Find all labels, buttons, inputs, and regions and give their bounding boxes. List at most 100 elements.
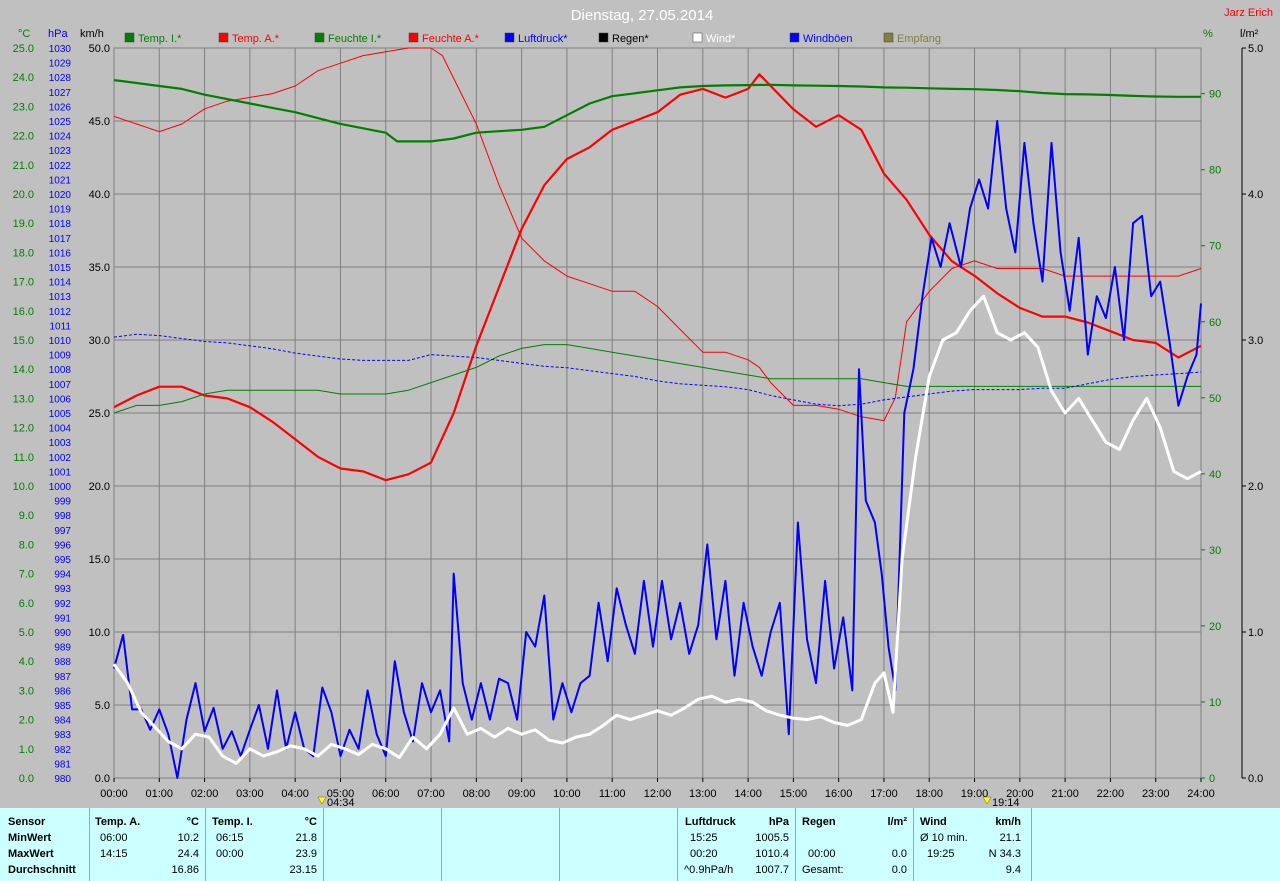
pressure-tick-label: 1025 <box>49 117 72 128</box>
temp-a-avg-val: 16.86 <box>171 864 199 876</box>
pressure-tick-label: 1021 <box>49 175 72 186</box>
x-tick-label: 24:00 <box>1187 788 1215 800</box>
legend-swatch <box>124 32 135 43</box>
temp-tick-label: 19.0 <box>13 218 34 230</box>
pressure-tick-label: 1028 <box>49 73 72 84</box>
pressure-tick-label: 996 <box>54 540 71 551</box>
rain-total-label: Gesamt: <box>802 864 844 876</box>
x-tick-label: 16:00 <box>825 788 853 800</box>
legend-label: Luftdruck* <box>518 33 568 45</box>
legend-swatch <box>789 32 800 43</box>
pressure-min-val: 1005.5 <box>755 832 789 844</box>
legend-swatch <box>218 32 229 43</box>
pressure-tick-label: 1009 <box>49 351 72 362</box>
pressure-tick-label: 988 <box>54 657 71 668</box>
x-tick-label: 22:00 <box>1097 788 1125 800</box>
x-tick-label: 06:00 <box>372 788 400 800</box>
pressure-tick-label: 1023 <box>49 146 72 157</box>
pressure-tick-label: 1010 <box>49 336 72 347</box>
temp-i-avg-val: 23.15 <box>289 864 317 876</box>
legend-swatch <box>408 32 419 43</box>
wind-tick-label: 50.0 <box>89 43 110 55</box>
pressure-tick-label: 1001 <box>49 467 72 478</box>
pressure-min-time: 15:25 <box>690 832 718 844</box>
wind-tick-label: 45.0 <box>89 116 110 128</box>
stats-sensor-col: Sensor MinWert MaxWert Durchschnitt <box>0 808 90 881</box>
legend-swatch <box>883 32 894 43</box>
temp-tick-label: 5.0 <box>19 627 34 639</box>
rain-tick-label: 2.0 <box>1248 481 1263 493</box>
pressure-tick-label: 981 <box>54 759 71 770</box>
rain-tick-label: 4.0 <box>1248 189 1263 201</box>
min-row-label: MinWert <box>8 832 52 844</box>
pressure-tick-label: 992 <box>54 599 71 610</box>
humidity-tick-label: 60 <box>1209 317 1221 329</box>
pressure-tick-label: 999 <box>54 497 71 508</box>
rain-tick-label: 5.0 <box>1248 43 1263 55</box>
wind-tick-label: 5.0 <box>95 700 110 712</box>
humidity-tick-label: 30 <box>1209 545 1221 557</box>
sunset-time: 19:14 <box>992 797 1020 808</box>
temp-tick-label: 0.0 <box>19 773 34 785</box>
temp-tick-label: 14.0 <box>13 364 34 376</box>
temp-tick-label: 1.0 <box>19 744 34 756</box>
temp-tick-label: 21.0 <box>13 160 34 172</box>
temp-tick-label: 23.0 <box>13 101 34 113</box>
humidity-tick-label: 80 <box>1209 165 1221 177</box>
temp-a-header: Temp. A. <box>95 816 141 828</box>
legend-swatch <box>598 32 609 43</box>
stats-empty-col-3 <box>560 808 678 881</box>
x-tick-label: 14:00 <box>734 788 762 800</box>
wind-avg10-val: 21.1 <box>999 832 1021 844</box>
pressure-tick-label: 1002 <box>49 453 72 464</box>
temp-tick-label: 11.0 <box>13 452 34 464</box>
legend: Temp. I.* Temp. A.* Feuchte I.* Feuchte A.*… <box>124 32 941 45</box>
stats-pressure-col: Luftdruck hPa 15:25 1005.5 00:20 1010.4 ^0.… <box>678 808 796 881</box>
legend-label: Temp. A.* <box>232 33 280 45</box>
legend-label: Regen* <box>612 33 649 45</box>
legend-swatch <box>314 32 325 43</box>
temp-i-min-val: 21.8 <box>295 832 317 844</box>
pressure-tick-label: 994 <box>54 570 71 581</box>
temp-a-max-time: 14:15 <box>100 848 128 860</box>
wind-tick-label: 10.0 <box>89 627 110 639</box>
humidity-tick-label: 70 <box>1209 241 1221 253</box>
pressure-tick-label: 1006 <box>49 394 72 405</box>
temp-tick-label: 6.0 <box>19 598 34 610</box>
wind-tick-label: 25.0 <box>89 408 110 420</box>
humidity-unit-label: % <box>1203 28 1213 40</box>
pressure-tick-label: 1027 <box>49 88 72 99</box>
wind-unit: km/h <box>995 816 1021 828</box>
humidity-tick-label: 40 <box>1209 469 1221 481</box>
pressure-tick-label: 989 <box>54 643 71 654</box>
temp-tick-label: 22.0 <box>13 131 34 143</box>
author-label: Jarz Erich <box>1224 7 1273 19</box>
x-tick-label: 12:00 <box>644 788 672 800</box>
temp-a-unit: °C <box>186 816 199 828</box>
pressure-tick-label: 1018 <box>49 219 72 230</box>
stats-empty-col-1 <box>324 808 442 881</box>
wind-tick-label: 15.0 <box>89 554 110 566</box>
x-tick-label: 08:00 <box>463 788 491 800</box>
x-tick-label: 01:00 <box>146 788 174 800</box>
temp-tick-label: 8.0 <box>19 539 34 551</box>
pressure-trend: ^0.9hPa/h <box>684 864 734 876</box>
temp-tick-label: 15.0 <box>13 335 34 347</box>
humidity-tick-label: 50 <box>1209 393 1221 405</box>
temp-tick-label: 18.0 <box>13 247 34 259</box>
chart: 00:00 01:00 02:00 03:00 04:00 05:00 06:00 07:00… <box>0 0 1280 808</box>
x-tick-label: 23:00 <box>1142 788 1170 800</box>
temp-tick-label: 20.0 <box>13 189 34 201</box>
pressure-tick-label: 1030 <box>49 44 72 55</box>
rain-unit: l/m² <box>887 816 907 828</box>
pressure-tick-label: 1014 <box>49 278 72 289</box>
pressure-tick-label: 1005 <box>49 409 72 420</box>
pressure-tick-label: 991 <box>54 613 71 624</box>
temp-tick-label: 25.0 <box>13 43 34 55</box>
x-tick-label: 10:00 <box>553 788 581 800</box>
pressure-max-val: 1010.4 <box>755 848 789 860</box>
rain-unit-label: l/m² <box>1240 28 1259 40</box>
x-tick-label: 11:00 <box>599 788 626 800</box>
wind-avg10-label: Ø 10 min. <box>920 832 968 844</box>
temp-a-min-val: 10.2 <box>177 832 199 844</box>
